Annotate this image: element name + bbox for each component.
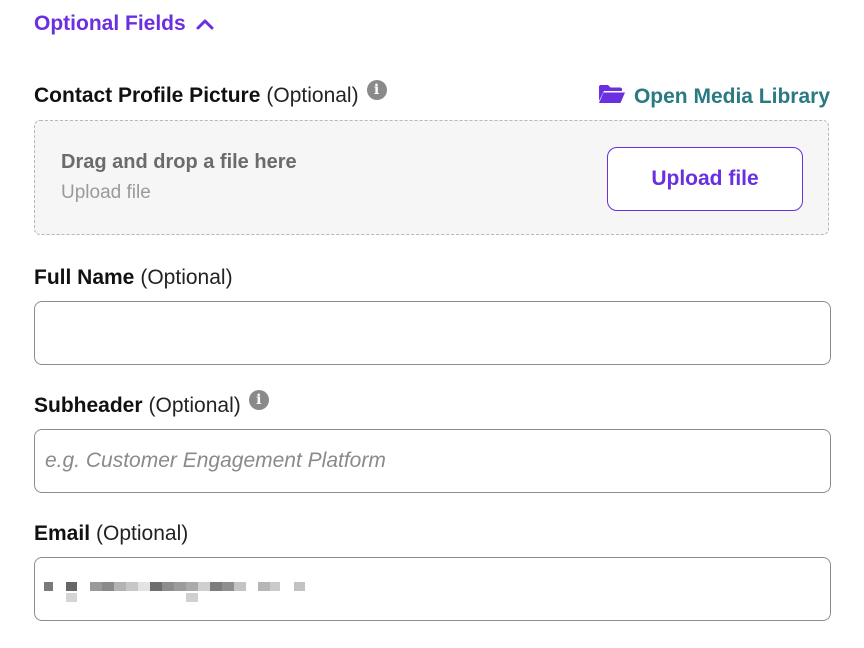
subheader-optional: (Optional) [148, 394, 241, 417]
email-label-row: Email (Optional) [34, 522, 188, 546]
profile-picture-label: Contact Profile Picture [34, 84, 261, 107]
email-label: Email [34, 522, 91, 545]
full-name-label: Full Name [34, 266, 135, 289]
full-name-label-row: Full Name (Optional) [34, 266, 233, 290]
profile-picture-optional: (Optional) [266, 84, 359, 107]
redacted-email-value [44, 580, 314, 606]
contact-form: Optional Fields Contact Profile Picture … [0, 0, 864, 648]
dropzone-subtitle: Upload file [61, 182, 151, 203]
file-dropzone[interactable]: Drag and drop a file here Upload file Up… [34, 120, 829, 235]
profile-picture-label-row: Contact Profile Picture (Optional) i [34, 80, 387, 108]
subheader-label-row: Subheader (Optional) i [34, 390, 269, 418]
dropzone-title: Drag and drop a file here [61, 151, 297, 173]
chevron-up-icon [196, 18, 214, 30]
open-media-library-link[interactable]: Open Media Library [598, 84, 830, 110]
optional-fields-toggle[interactable]: Optional Fields [34, 12, 214, 36]
subheader-label: Subheader [34, 394, 143, 417]
subheader-input[interactable] [34, 429, 831, 493]
upload-file-button[interactable]: Upload file [607, 147, 803, 211]
info-icon[interactable]: i [366, 80, 387, 100]
info-icon[interactable]: i [248, 390, 269, 410]
full-name-input[interactable] [34, 301, 831, 365]
full-name-optional: (Optional) [140, 266, 233, 289]
email-optional: (Optional) [96, 522, 189, 545]
optional-fields-label: Optional Fields [34, 12, 186, 35]
folder-open-icon [598, 84, 626, 110]
open-media-library-label: Open Media Library [633, 85, 830, 108]
